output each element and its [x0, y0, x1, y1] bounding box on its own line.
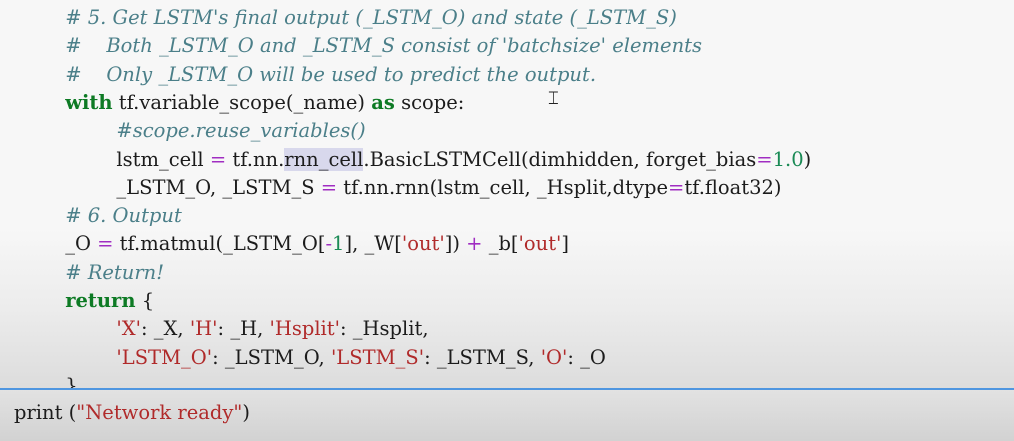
code-token-text: tf.nn.: [226, 147, 285, 171]
code-token-op: =: [209, 147, 227, 171]
code-token-string: 'O': [540, 345, 568, 369]
code-token-text: tf.nn.rnn(lstm_cell, _Hsplit,dtype: [337, 175, 668, 199]
i-beam-cursor-icon: ⌶: [548, 88, 559, 109]
code-line: _O = tf.matmul(_LSTM_O[-1], _W['out']) +…: [65, 230, 569, 258]
code-token-string: 'out': [401, 232, 445, 256]
code-token-text: : _LSTM_O,: [212, 345, 331, 369]
code-token-text: {: [135, 289, 155, 312]
code-token-number: 1.0: [772, 147, 804, 171]
code-line: lstm_cell = tf.nn.rnn_cell.BasicLSTMCell…: [116, 146, 811, 174]
code-token-text: tf.variable_scope(_name): [112, 90, 372, 114]
code-token-text: _O: [65, 232, 98, 256]
code-token-text: ): [803, 147, 812, 171]
code-line: # 6. Output: [65, 202, 182, 230]
code-token-text: _LSTM_O, _LSTM_S: [116, 175, 321, 199]
code-token-text: .BasicLSTMCell(dimhidden, forget_bias: [363, 147, 757, 171]
code-line: # Return!: [65, 259, 164, 287]
code-token-text: ], _W[: [344, 232, 402, 256]
code-token-string: 'Hsplit': [269, 317, 340, 341]
code-token-text: : _X,: [141, 317, 190, 341]
code-token-string: "Network ready": [76, 401, 243, 424]
code-token-string: 'X': [116, 317, 141, 341]
code-token-text: : _LSTM_S,: [424, 345, 541, 369]
code-token-text: : _Hsplit,: [340, 317, 429, 341]
code-line: # Both _LSTM_O and _LSTM_S consist of 'b…: [65, 32, 702, 60]
code-token-keyword: with: [65, 90, 113, 114]
code-token-comment: # Return!: [65, 260, 165, 284]
code-line: print ("Network ready"): [14, 399, 250, 427]
code-token-keyword: return: [65, 289, 136, 312]
code-token-op: =: [756, 147, 773, 171]
code-token-comment: # 5. Get LSTM's final output (_LSTM_O) a…: [65, 6, 677, 29]
code-token-text: : _O: [567, 345, 606, 369]
code-line: with tf.variable_scope(_name) as scope:: [65, 89, 464, 117]
code-token-text: scope:: [394, 90, 465, 114]
code-token-string: 'out': [518, 232, 562, 256]
code-token-text: print: [14, 401, 63, 424]
code-token-keyword: as: [371, 90, 395, 114]
code-token-op: =: [97, 232, 114, 256]
code-line: 'LSTM_O': _LSTM_O, 'LSTM_S': _LSTM_S, 'O…: [116, 344, 606, 372]
code-token-comment: # 6. Output: [65, 204, 182, 228]
code-token-text: tf.float32): [684, 175, 782, 199]
code-token-text: (: [62, 401, 77, 424]
print-cell[interactable]: print ("Network ready"): [0, 390, 1014, 441]
code-line: return {: [65, 287, 154, 315]
code-token-highlight: rnn_cell: [284, 147, 364, 171]
code-token-string: 'H': [189, 317, 218, 341]
code-token-text: lstm_cell: [116, 147, 210, 171]
code-token-text: ]): [444, 232, 467, 256]
code-line: #scope.reuse_variables(): [116, 117, 365, 145]
code-token-text: : _H,: [217, 317, 270, 341]
code-line: # 5. Get LSTM's final output (_LSTM_O) a…: [65, 4, 677, 32]
code-line: 'X': _X, 'H': _H, 'Hsplit': _Hsplit,: [116, 315, 428, 343]
code-token-text: tf.matmul(_LSTM_O[: [113, 232, 326, 256]
code-token-op: =: [320, 175, 338, 199]
code-line: # Only _LSTM_O will be used to predict t…: [65, 61, 596, 89]
code-token-op: =: [668, 175, 685, 199]
code-token-comment: #scope.reuse_variables(): [116, 119, 366, 143]
code-token-string: 'LSTM_S': [330, 345, 425, 369]
code-token-comment: # Both _LSTM_O and _LSTM_S consist of 'b…: [65, 34, 702, 58]
code-cell[interactable]: # 5. Get LSTM's final output (_LSTM_O) a…: [0, 0, 1014, 397]
code-token-string: 'LSTM_O': [116, 345, 213, 369]
code-token-text: ]: [561, 232, 570, 256]
code-token-comment: # Only _LSTM_O will be used to predict t…: [65, 62, 597, 86]
code-line: _LSTM_O, _LSTM_S = tf.nn.rnn(lstm_cell, …: [116, 174, 781, 202]
code-token-text: ): [242, 401, 250, 424]
code-token-op: +: [466, 232, 483, 256]
code-token-text: _b[: [482, 232, 519, 256]
code-token-number: 1: [332, 232, 345, 256]
